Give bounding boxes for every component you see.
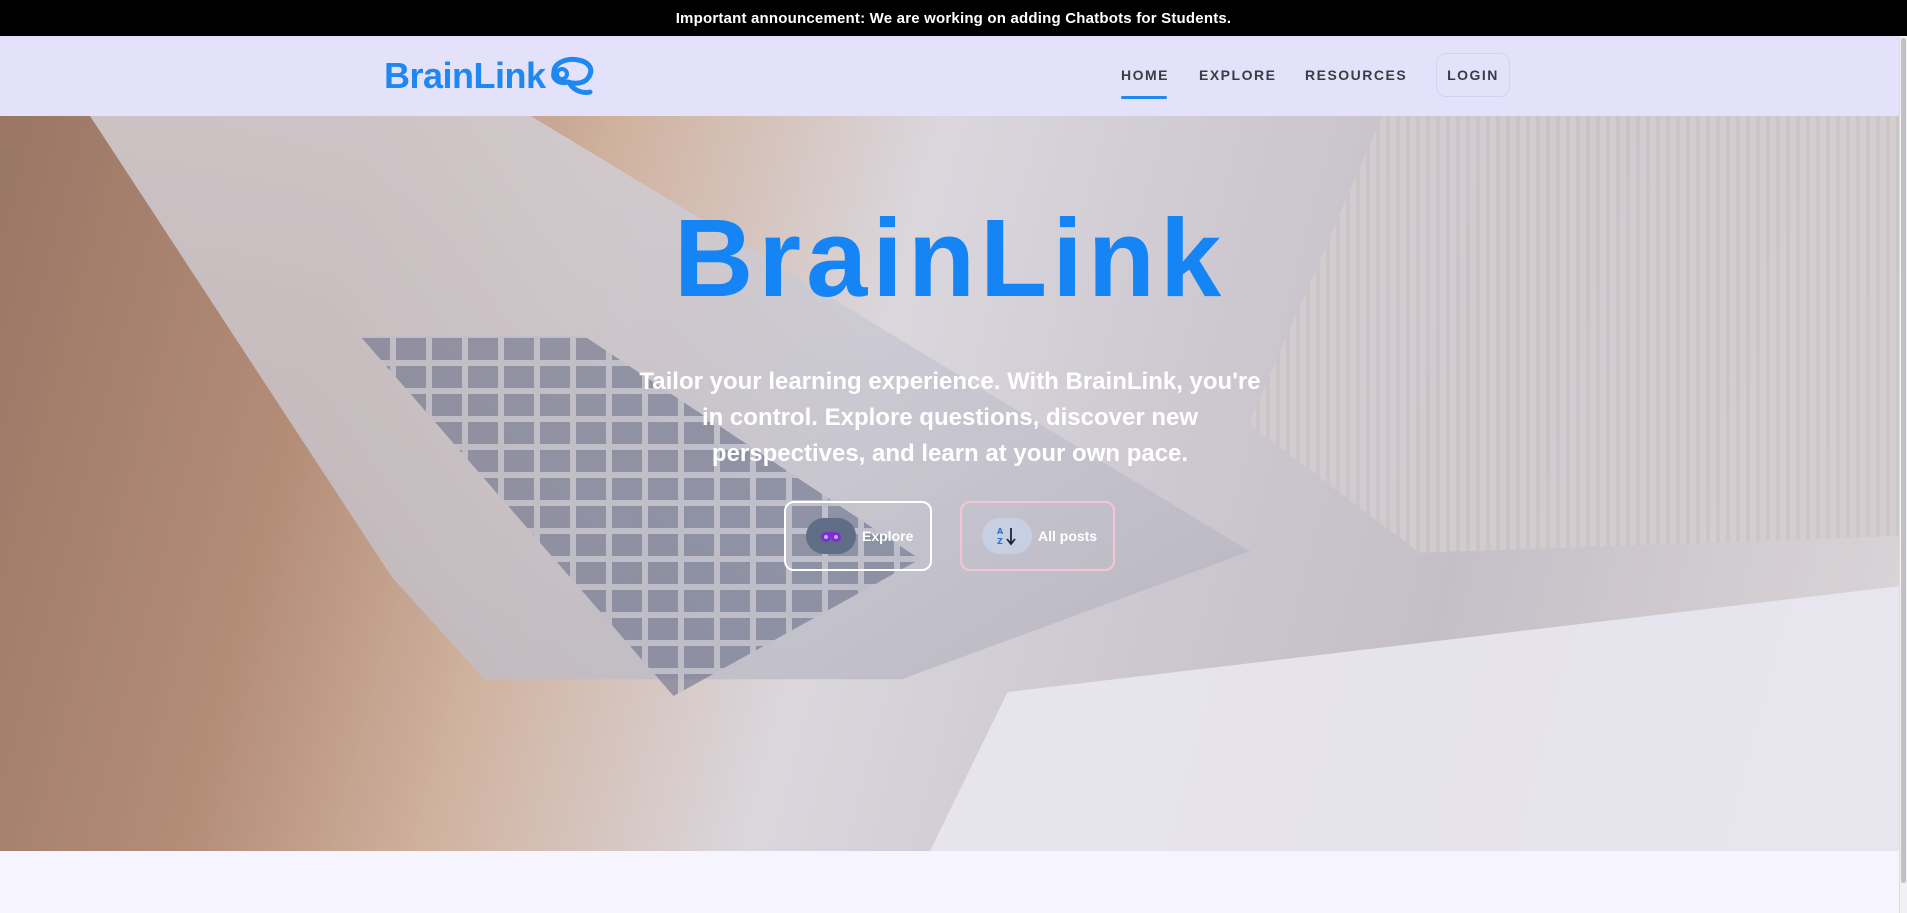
- svg-text:Z: Z: [997, 537, 1003, 546]
- sort-az-icon: A Z: [982, 518, 1032, 554]
- brand-logo[interactable]: BrainLink: [384, 54, 596, 98]
- nav-active-indicator: [1121, 96, 1167, 99]
- navbar: [0, 36, 1900, 117]
- announcement-bar: Important announcement: We are working o…: [0, 0, 1907, 36]
- nav-home[interactable]: HOME: [1121, 67, 1169, 83]
- nav-resources[interactable]: RESOURCES: [1305, 67, 1407, 83]
- binoculars-icon: [806, 518, 856, 554]
- announcement-text: Important announcement: We are working o…: [675, 9, 1232, 27]
- nav-explore[interactable]: EXPLORE: [1199, 67, 1276, 83]
- brand-logo-text: BrainLink: [384, 55, 546, 96]
- all-posts-button-label: All posts: [1038, 528, 1098, 544]
- scrollbar-thumb[interactable]: [1901, 38, 1906, 883]
- content-area: [0, 851, 1900, 913]
- explore-button-label: Explore: [862, 528, 914, 544]
- svg-text:A: A: [997, 527, 1004, 536]
- login-button[interactable]: LOGIN: [1436, 53, 1510, 97]
- hero-title: BrainLink: [673, 197, 1227, 320]
- speech-bubble-icon: [550, 57, 593, 95]
- hero-subtitle: Tailor your learning experience. With Br…: [639, 368, 1261, 467]
- all-posts-button[interactable]: A Z All posts: [960, 501, 1115, 571]
- explore-button[interactable]: Explore: [784, 501, 932, 571]
- page-scrollbar[interactable]: [1899, 36, 1907, 913]
